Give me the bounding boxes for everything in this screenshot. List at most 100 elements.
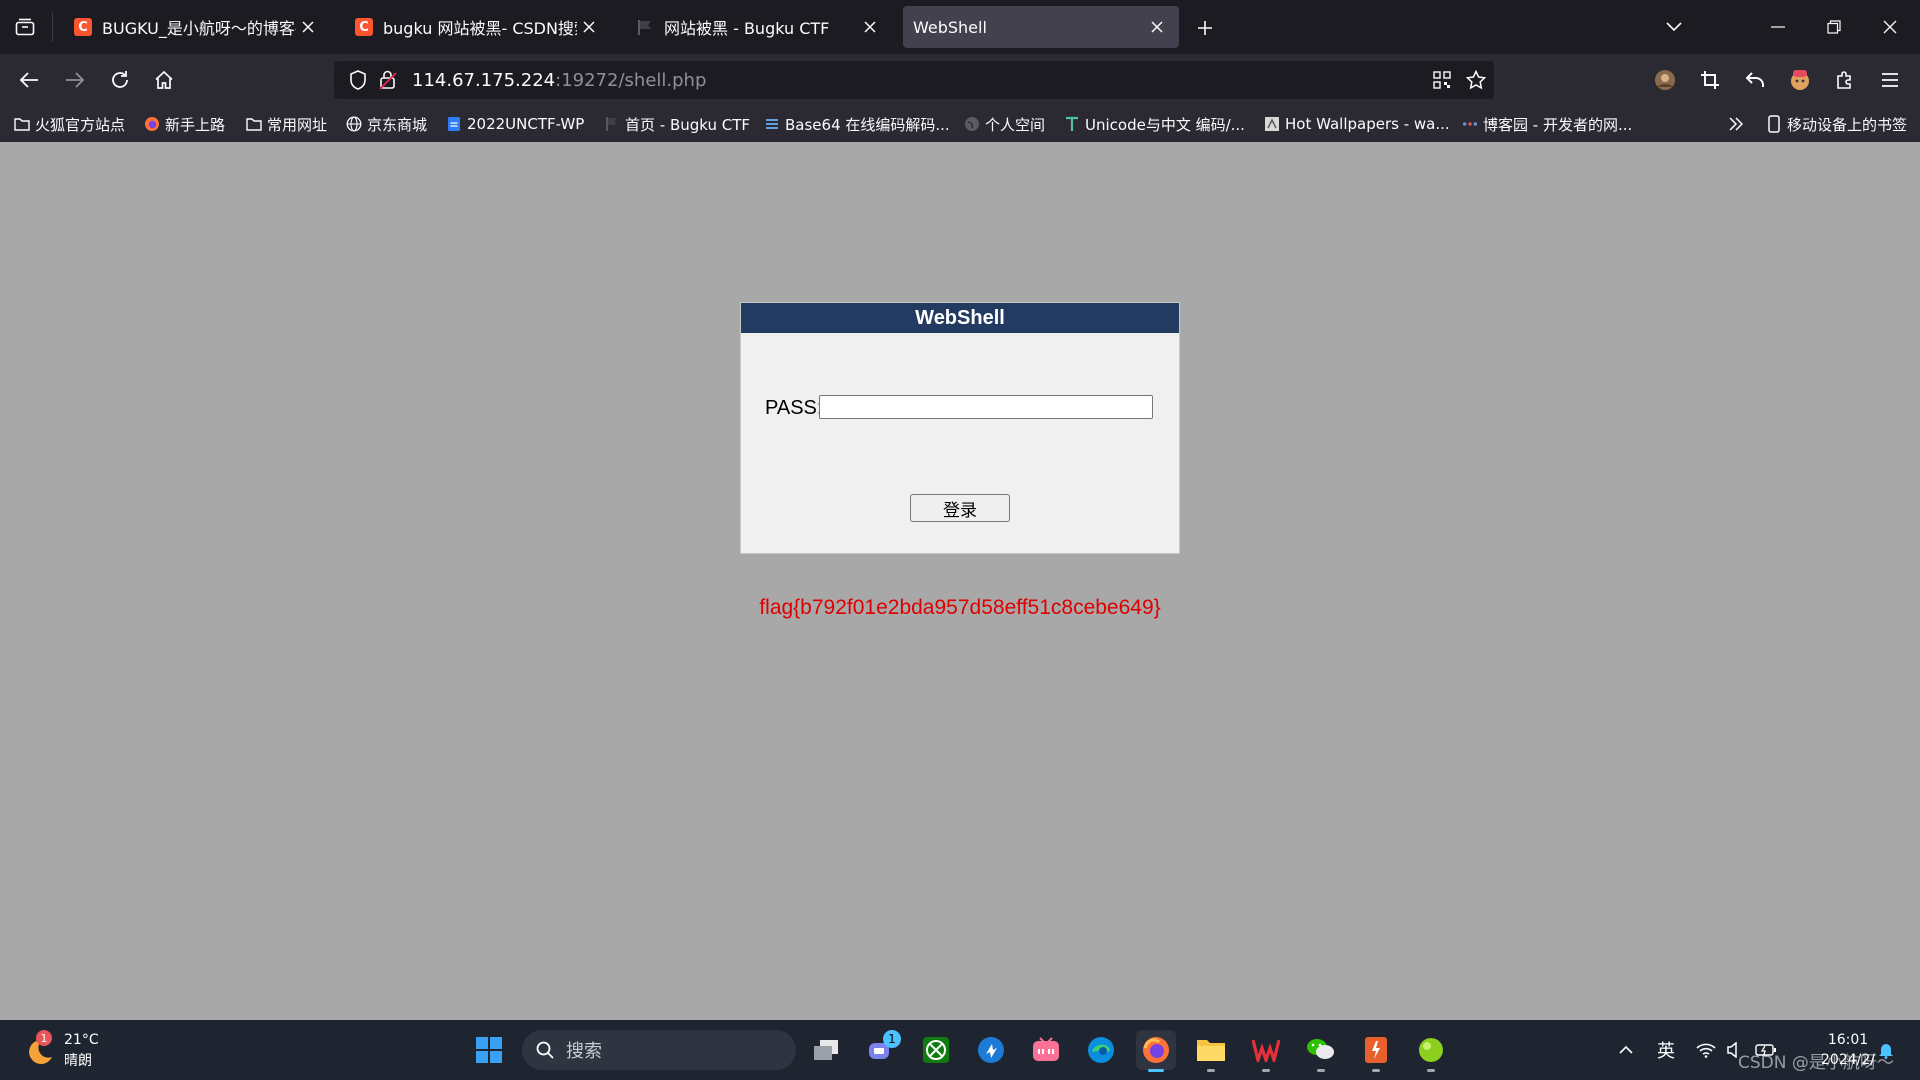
chevron-down-icon <box>1666 22 1682 32</box>
tab-webshell[interactable]: WebShell <box>903 6 1179 48</box>
bookmark-item[interactable]: 个人空间 <box>964 112 1045 136</box>
xbox-app[interactable] <box>916 1030 956 1070</box>
puzzle-icon <box>1835 70 1855 90</box>
tab-csdn-search[interactable]: C bugku 网站被黑- CSDN搜索 <box>341 6 611 48</box>
edge-icon <box>1087 1036 1115 1064</box>
minimize-icon <box>1771 26 1785 28</box>
task-view-button[interactable] <box>806 1030 846 1070</box>
forward-button[interactable] <box>58 63 92 97</box>
navigation-toolbar: 114.67.175.224:19272/shell.php <box>0 54 1920 106</box>
edge-app[interactable] <box>1081 1030 1121 1070</box>
plus-icon <box>1197 20 1213 36</box>
reload-button[interactable] <box>103 63 137 97</box>
windows-taskbar: 1 21°C 晴朗 搜索 1 英 16:01 2024/2/ <box>0 1020 1920 1080</box>
tab-close-icon[interactable] <box>296 15 320 39</box>
wifi-button[interactable] <box>1692 1036 1720 1064</box>
teams-chat-button[interactable]: 1 <box>861 1030 901 1070</box>
tab-close-icon[interactable] <box>1145 15 1169 39</box>
csdn-favicon-icon: C <box>74 18 92 36</box>
password-input[interactable] <box>819 395 1153 419</box>
taskbar-search[interactable]: 搜索 <box>522 1030 796 1070</box>
weather-badge: 1 <box>36 1030 52 1046</box>
url-bar[interactable]: 114.67.175.224:19272/shell.php <box>334 61 1494 99</box>
tab-bugku-blog[interactable]: C BUGKU_是小航呀～的博客-CSI <box>60 6 330 48</box>
firefox-app[interactable] <box>1136 1030 1176 1072</box>
doc-icon <box>446 116 462 132</box>
wps-app[interactable] <box>1246 1030 1286 1072</box>
restore-icon <box>1827 20 1841 34</box>
show-hidden-icons-button[interactable] <box>1612 1036 1640 1064</box>
tab-close-icon[interactable] <box>858 15 882 39</box>
weather-desc: 晴朗 <box>64 1053 92 1069</box>
bookmark-label: 首页 - Bugku CTF <box>625 115 751 134</box>
bookmark-label: 新手上路 <box>165 115 226 134</box>
home-button[interactable] <box>147 63 181 97</box>
shield-icon[interactable] <box>346 68 370 92</box>
input-method-indicator[interactable]: 英 <box>1652 1036 1680 1064</box>
csdn-favicon-icon: C <box>355 18 373 36</box>
burpsuite-app[interactable] <box>1356 1030 1396 1072</box>
arrow-right-icon <box>65 71 85 89</box>
bookmark-label: 常用网址 <box>267 115 328 134</box>
wps-icon <box>1252 1038 1280 1062</box>
extension-avatar-button[interactable] <box>1783 63 1817 97</box>
bookmark-label: 个人空间 <box>985 115 1046 134</box>
wechat-icon <box>1306 1037 1336 1063</box>
tab-overflow-button[interactable] <box>1656 10 1692 44</box>
bookmark-item[interactable]: 首页 - Bugku CTF <box>604 112 750 136</box>
green-circle-app[interactable] <box>1411 1030 1451 1072</box>
bookmark-item[interactable]: Hot Wallpapers - wa... <box>1264 112 1450 136</box>
tab-bugku-ctf[interactable]: 网站被黑 - Bugku CTF <box>622 6 892 48</box>
qr-code-icon[interactable] <box>1430 68 1454 92</box>
task-view-icon <box>812 1038 840 1062</box>
folder-icon <box>1196 1037 1226 1063</box>
mobile-device-icon <box>1766 115 1782 133</box>
login-button[interactable]: 登录 <box>910 494 1010 522</box>
active-indicator <box>1148 1069 1164 1072</box>
start-button[interactable] <box>469 1030 509 1070</box>
bookmark-star-icon[interactable] <box>1464 68 1488 92</box>
screenshot-button[interactable] <box>1693 63 1727 97</box>
url-text[interactable]: 114.67.175.224:19272/shell.php <box>412 70 706 91</box>
url-host: 114.67.175.224 <box>412 70 556 91</box>
bookmark-label: Base64 在线编码解码... <box>785 115 950 134</box>
green-orb-icon <box>1417 1036 1445 1064</box>
mobile-bookmarks-folder[interactable]: 移动设备上的书签 <box>1766 112 1907 136</box>
double-chevron-right-icon <box>1728 116 1744 132</box>
bookmark-item[interactable]: 新手上路 <box>144 112 225 136</box>
thunder-app[interactable] <box>971 1030 1011 1070</box>
bookmark-item[interactable]: Base64 在线编码解码... <box>764 112 950 136</box>
new-tab-button[interactable] <box>1190 14 1220 42</box>
weather-widget[interactable]: 1 21°C 晴朗 <box>22 1030 122 1070</box>
bookmark-label: 火狐官方站点 <box>35 115 126 134</box>
restore-button[interactable] <box>1816 10 1852 44</box>
url-path: :19272/shell.php <box>555 70 707 91</box>
avatar-icon <box>1654 69 1676 91</box>
bookmark-item[interactable]: 京东商城 <box>346 112 427 136</box>
account-avatar[interactable] <box>1648 63 1682 97</box>
pass-label: PASS: <box>765 397 823 419</box>
running-indicator <box>1317 1069 1325 1072</box>
bookmark-item[interactable]: 火狐官方站点 <box>14 112 125 136</box>
bilibili-app[interactable] <box>1026 1030 1066 1070</box>
bookmark-item[interactable]: Unicode与中文 编码/... <box>1064 112 1245 136</box>
app-menu-button[interactable] <box>1873 63 1907 97</box>
close-window-button[interactable] <box>1872 10 1908 44</box>
search-icon <box>536 1041 554 1059</box>
file-explorer-app[interactable] <box>1191 1030 1231 1072</box>
weather-temp: 21°C <box>64 1032 99 1048</box>
bookmarks-overflow-button[interactable] <box>1728 112 1749 136</box>
bookmark-item[interactable]: 博客园 - 开发者的网... <box>1462 112 1632 136</box>
tab-close-icon[interactable] <box>577 15 601 39</box>
minimize-button[interactable] <box>1760 10 1796 44</box>
bookmark-label: 京东商城 <box>367 115 428 134</box>
bookmark-item[interactable]: 常用网址 <box>246 112 327 136</box>
back-button[interactable] <box>12 63 46 97</box>
firefox-icon <box>1142 1036 1170 1064</box>
undo-close-tab-button[interactable] <box>1738 63 1772 97</box>
list-all-tabs-button[interactable] <box>8 12 42 42</box>
extensions-button[interactable] <box>1828 63 1862 97</box>
wechat-app[interactable] <box>1301 1030 1341 1072</box>
bookmark-item[interactable]: 2022UNCTF-WP <box>446 112 584 136</box>
insecure-lock-icon[interactable] <box>376 68 400 92</box>
